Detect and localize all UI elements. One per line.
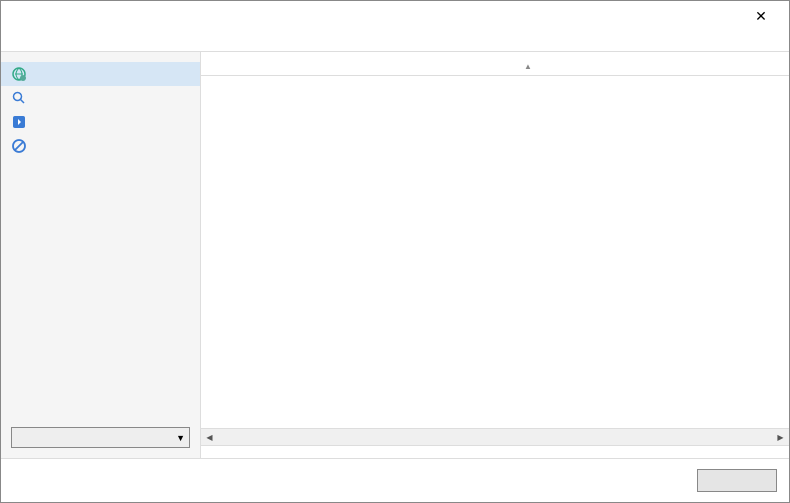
table-body: [201, 76, 789, 428]
content-area: ▲ ◀ ▶: [201, 52, 789, 458]
sidebar-header: [1, 52, 200, 62]
chevron-down-icon: ▼: [176, 433, 185, 443]
search-icon: [11, 90, 27, 106]
show-section: ▼: [1, 419, 200, 458]
titlebar: ✕: [1, 1, 789, 31]
scroll-left-icon[interactable]: ◀: [201, 429, 218, 446]
sidebar: ▼: [1, 52, 201, 458]
block-icon: [11, 138, 27, 154]
sort-arrow-icon: ▲: [524, 62, 532, 71]
hint-text: [201, 445, 789, 458]
sidebar-item-tracking[interactable]: [1, 134, 200, 158]
footer: [1, 458, 789, 502]
scroll-right-icon[interactable]: ▶: [772, 429, 789, 446]
toolbars-icon: [11, 66, 27, 82]
sidebar-item-search[interactable]: [1, 86, 200, 110]
accelerators-icon: [11, 114, 27, 130]
horizontal-scrollbar[interactable]: ◀ ▶: [201, 428, 789, 445]
manage-addons-window: ✕: [0, 0, 790, 503]
close-icon[interactable]: ✕: [741, 8, 781, 25]
main-area: ▼ ▲ ◀ ▶: [1, 51, 789, 458]
close-button[interactable]: [697, 469, 777, 492]
subtitle-link[interactable]: [1, 31, 789, 51]
table-header: ▲: [201, 52, 789, 76]
show-dropdown[interactable]: ▼: [11, 427, 190, 448]
sidebar-item-accelerators[interactable]: [1, 110, 200, 134]
sidebar-item-toolbars[interactable]: [1, 62, 200, 86]
